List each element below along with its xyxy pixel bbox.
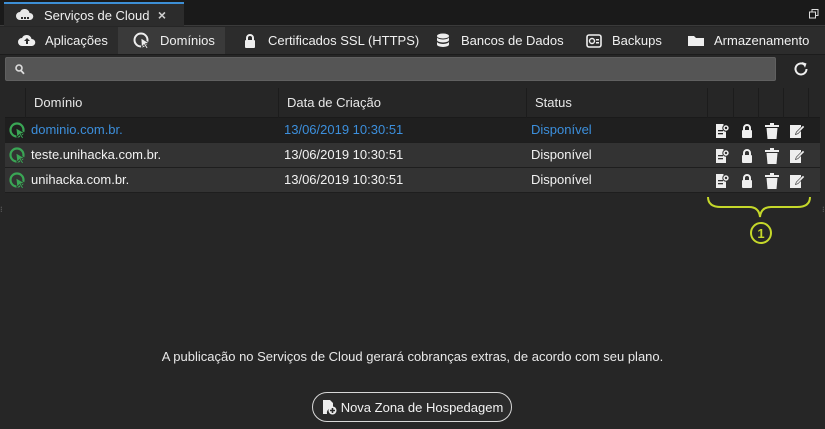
search-row <box>0 55 825 85</box>
cell-domain[interactable]: dominio.com.br. <box>31 118 123 142</box>
tab-aplicacoes[interactable]: Aplicações <box>0 27 118 54</box>
cell-status: Disponível <box>531 147 592 162</box>
domain-status-icon <box>9 122 26 140</box>
tab-backups[interactable]: Backups <box>572 27 675 54</box>
left-resize-grip[interactable]: ⁝ <box>0 206 3 218</box>
lock-icon[interactable] <box>739 147 755 164</box>
search-input[interactable] <box>34 60 764 78</box>
column-action-3 <box>758 88 783 118</box>
backup-drive-icon <box>585 33 603 49</box>
lock-icon[interactable] <box>739 122 755 139</box>
cell-domain[interactable]: unihacka.com.br. <box>31 168 129 192</box>
column-dominio[interactable]: Domínio <box>25 88 278 118</box>
window-title: Serviços de Cloud <box>44 7 150 23</box>
header-icon-column <box>5 88 25 118</box>
search-icon <box>15 63 25 78</box>
search-box <box>5 57 776 81</box>
tab-certificados-ssl-label: Certificados SSL (HTTPS) <box>268 33 420 48</box>
domains-table: Domínio Data de Criação Status dominio.c… <box>5 88 820 193</box>
trash-icon[interactable] <box>764 172 780 189</box>
annotation-bracket <box>707 196 811 218</box>
tab-backups-label: Backups <box>612 33 662 48</box>
tab-dominios[interactable]: Domínios <box>118 27 225 54</box>
tab-armazenamento-label: Armazenamento <box>714 33 810 48</box>
column-spacer <box>808 88 820 118</box>
tab-certificados-ssl[interactable]: Certificados SSL (HTTPS) <box>225 27 420 54</box>
table-row[interactable]: dominio.com.br. 13/06/2019 10:30:51 Disp… <box>5 118 820 143</box>
edit-icon[interactable] <box>789 172 805 189</box>
cloud-icon <box>16 7 34 23</box>
column-data-criacao[interactable]: Data de Criação <box>278 88 526 118</box>
folder-icon <box>687 33 705 49</box>
tab-armazenamento[interactable]: Armazenamento <box>675 27 825 54</box>
restore-icon[interactable] <box>809 7 819 19</box>
window-tabbar: Serviços de Cloud × <box>0 0 825 26</box>
ssl-certificate-icon[interactable] <box>714 147 730 164</box>
annotation-badge: 1 <box>750 222 772 244</box>
tab-bancos-de-dados-label: Bancos de Dados <box>461 33 564 48</box>
edit-icon[interactable] <box>789 147 805 164</box>
domain-status-icon <box>9 147 26 165</box>
cell-created: 13/06/2019 10:30:51 <box>284 172 404 187</box>
billing-note: A publicação no Serviços de Cloud gerará… <box>161 349 664 364</box>
ssl-certificate-icon[interactable] <box>714 172 730 189</box>
cell-created: 13/06/2019 10:30:51 <box>284 147 404 162</box>
table-row[interactable]: unihacka.com.br. 13/06/2019 10:30:51 Dis… <box>5 168 820 193</box>
domain-status-icon <box>9 172 26 190</box>
edit-icon[interactable] <box>789 122 805 139</box>
lock-icon[interactable] <box>739 172 755 189</box>
cell-status: Disponível <box>531 172 592 187</box>
database-icon <box>434 33 452 49</box>
new-hosting-zone-button[interactable]: Nova Zona de Hospedagem <box>312 392 512 422</box>
lock-icon <box>241 33 259 49</box>
trash-icon[interactable] <box>764 122 780 139</box>
table-row[interactable]: teste.unihacka.com.br. 13/06/2019 10:30:… <box>5 143 820 168</box>
cell-created: 13/06/2019 10:30:51 <box>284 122 404 137</box>
tab-aplicacoes-label: Aplicações <box>45 33 108 48</box>
column-action-4 <box>783 88 808 118</box>
cloud-upload-icon <box>18 33 36 49</box>
ssl-certificate-icon[interactable] <box>714 122 730 139</box>
refresh-icon[interactable] <box>790 58 812 80</box>
nav-tabs: Aplicações Domínios Certificados SSL (HT… <box>0 27 825 55</box>
table-header: Domínio Data de Criação Status <box>5 88 820 118</box>
column-action-2 <box>733 88 758 118</box>
domain-cursor-icon <box>133 32 151 49</box>
column-action-1 <box>707 88 733 118</box>
tab-dominios-label: Domínios <box>160 33 215 48</box>
cell-status: Disponível <box>531 122 592 137</box>
close-icon[interactable]: × <box>158 7 166 23</box>
window-tab[interactable]: Serviços de Cloud × <box>4 2 184 26</box>
trash-icon[interactable] <box>764 147 780 164</box>
column-status[interactable]: Status <box>526 88 707 118</box>
tab-bancos-de-dados[interactable]: Bancos de Dados <box>420 27 572 54</box>
cell-domain[interactable]: teste.unihacka.com.br. <box>31 143 161 167</box>
new-hosting-zone-label: Nova Zona de Hospedagem <box>340 399 504 415</box>
add-document-icon <box>321 399 337 415</box>
